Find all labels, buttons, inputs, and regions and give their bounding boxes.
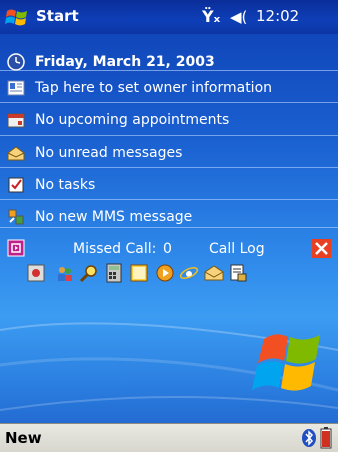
divider xyxy=(0,167,338,168)
divider xyxy=(0,102,338,103)
search-icon[interactable] xyxy=(79,263,99,283)
title-bar: Start Ÿₓ ◀( 12:02 xyxy=(0,0,338,34)
date-text: Friday, March 21, 2003 xyxy=(35,54,215,70)
missed-call-count: 0 xyxy=(163,241,172,257)
file-explorer-icon[interactable] xyxy=(228,263,248,283)
clock-icon xyxy=(7,53,25,71)
today-screen: Start Ÿₓ ◀( 12:02 Friday, March 21, 2003… xyxy=(0,0,338,452)
appointments-text: No upcoming appointments xyxy=(35,112,230,128)
phone-app-icon[interactable] xyxy=(7,239,25,257)
start-menu-label[interactable]: Start xyxy=(36,7,79,25)
internet-explorer-icon[interactable] xyxy=(179,263,199,283)
notes-icon[interactable] xyxy=(129,263,149,283)
calculator-icon[interactable] xyxy=(104,263,124,283)
mms-icon xyxy=(8,209,24,225)
inbox-icon xyxy=(7,146,25,161)
messages-text: No unread messages xyxy=(35,145,183,161)
inbox-icon[interactable] xyxy=(204,263,224,283)
tasks-icon xyxy=(8,177,24,193)
missed-call-label[interactable]: Missed Call: xyxy=(73,241,156,257)
divider xyxy=(0,70,338,71)
battery-icon[interactable] xyxy=(320,427,332,449)
mms-row[interactable]: No new MMS message xyxy=(0,201,338,234)
owner-info-row[interactable]: Tap here to set owner information xyxy=(0,72,338,105)
menu-bar: New xyxy=(0,423,338,452)
new-button[interactable]: New xyxy=(5,429,42,447)
divider xyxy=(0,199,338,200)
calendar-icon xyxy=(7,113,25,128)
divider xyxy=(0,227,338,228)
speaker-icon[interactable]: ◀( xyxy=(230,8,247,26)
call-plugin-row: Missed Call: 0 Call Log xyxy=(0,233,338,266)
divider xyxy=(0,135,338,136)
app-icon[interactable] xyxy=(26,263,46,283)
messages-row[interactable]: No unread messages xyxy=(0,137,338,170)
appointments-row[interactable]: No upcoming appointments xyxy=(0,104,338,137)
bluetooth-icon[interactable] xyxy=(301,428,317,448)
owner-info-text: Tap here to set owner information xyxy=(35,80,273,96)
mms-text: No new MMS message xyxy=(35,209,193,225)
close-icon[interactable] xyxy=(312,239,331,258)
no-signal-antenna-icon[interactable]: Ÿₓ xyxy=(202,7,220,26)
windows-flag-icon[interactable] xyxy=(5,6,29,28)
windows-logo xyxy=(252,334,320,391)
media-player-icon[interactable] xyxy=(155,263,175,283)
owner-card-icon xyxy=(7,80,25,96)
clock[interactable]: 12:02 xyxy=(256,7,299,25)
tasks-row[interactable]: No tasks xyxy=(0,169,338,202)
contacts-icon[interactable] xyxy=(55,263,75,283)
call-log-link[interactable]: Call Log xyxy=(209,241,265,257)
tasks-text: No tasks xyxy=(35,177,96,193)
